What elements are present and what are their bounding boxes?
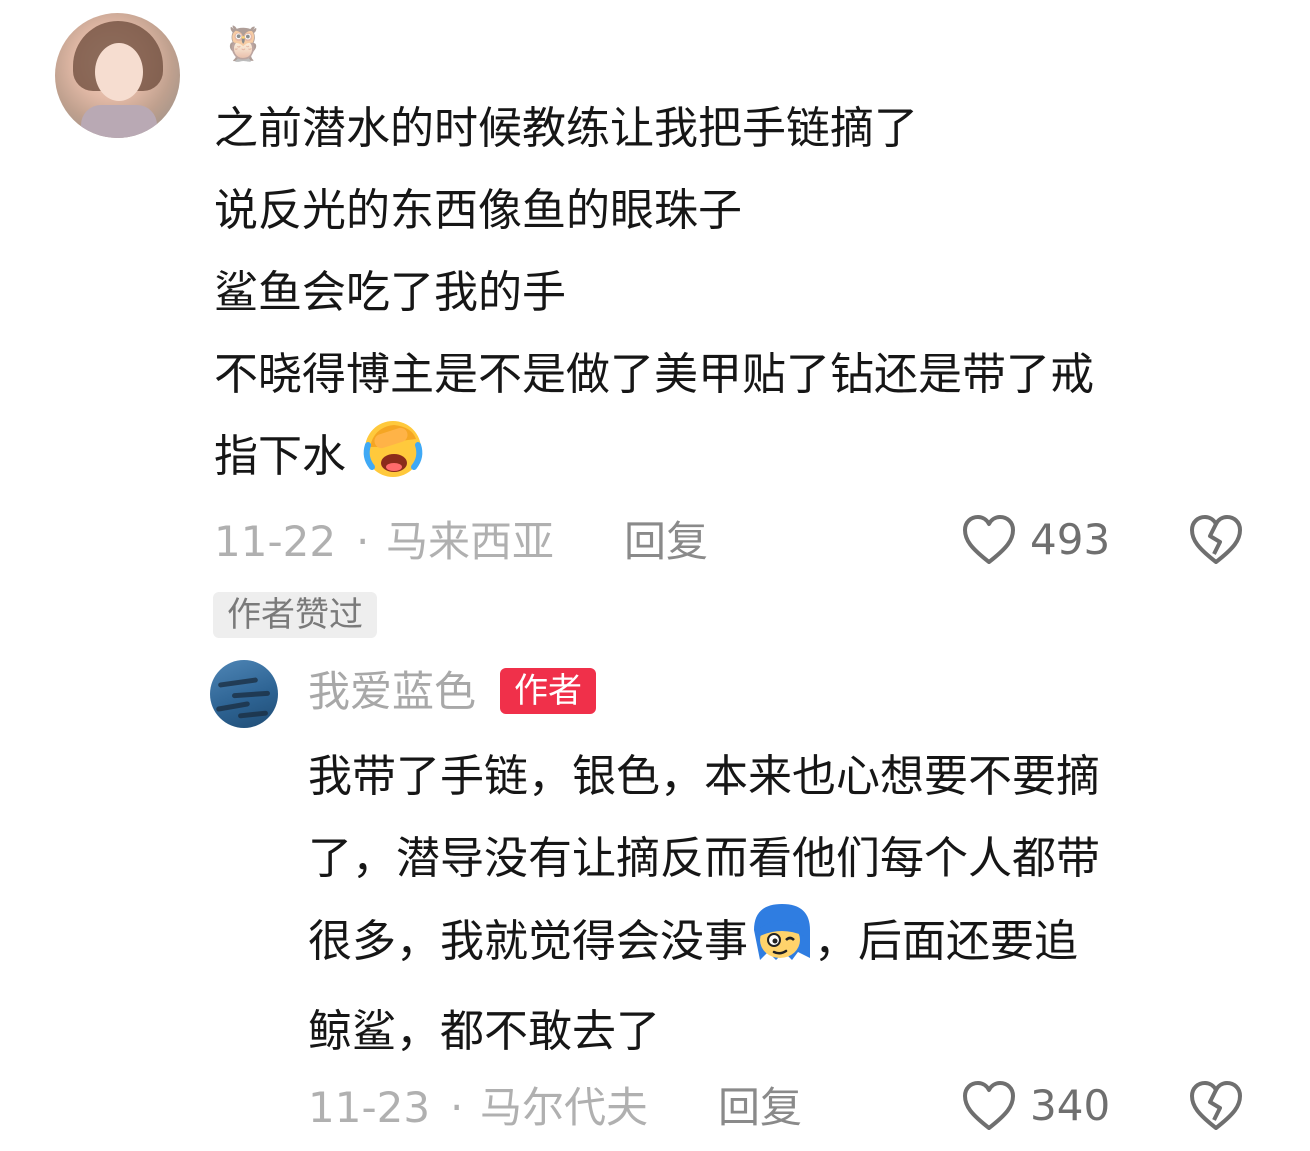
author-liked-badge: 作者赞过 [213,592,377,638]
heart-icon[interactable] [961,1080,1017,1132]
comment-location: 马来西亚 [386,517,555,566]
reply-username[interactable]: 我爱蓝色 [308,664,476,720]
reply-body: 我带了手链，银色，本来也心想要不要摘 了，潜导没有让摘反而看他们每个人都带 很多… [308,736,1268,1073]
reply-line: 我带了手链，银色，本来也心想要不要摘 [308,751,1100,802]
comment-date: 11-22 [214,517,337,566]
comment-line: 说反光的东西像鱼的眼珠子 [214,185,742,236]
meta-separator: · [450,1083,464,1132]
reply-button[interactable]: 回复 [718,1078,802,1138]
comment-line: 之前潜水的时候教练让我把手链摘了 [214,103,918,154]
reply-line: ，后面还要追 [814,916,1078,967]
reply-line-mixed: 很多，我就觉得会没事 ，后面还要追 [308,900,1268,991]
owl-badge-icon: 🦉 [222,24,265,64]
reply-location: 马尔代夫 [480,1083,649,1132]
reply-date: 11-23 [308,1083,431,1132]
comment-line: 不晓得博主是不是做了美甲贴了钻还是带了戒 [214,349,1094,400]
reply-line: 了，潜导没有让摘反而看他们每个人都带 [308,833,1100,884]
like-count: 493 [1030,515,1111,564]
reply-line: 鲸鲨，都不敢去了 [308,1006,660,1057]
heart-icon[interactable] [961,514,1017,566]
avatar[interactable] [55,13,180,138]
reply-button[interactable]: 回复 [624,512,708,572]
author-tag: 作者 [500,668,596,714]
broken-heart-icon[interactable] [1188,514,1244,566]
blue-hair-wink-emoji-icon [748,900,814,991]
comment-line-last: 指下水 [214,416,1284,506]
reply-line: 很多，我就觉得会没事 [308,916,748,967]
facepalm-crying-emoji-icon [360,417,426,506]
meta-separator: · [356,517,370,566]
reply-avatar[interactable] [210,660,278,728]
comment-line: 指下水 [214,431,346,482]
like-count: 340 [1030,1081,1111,1130]
broken-heart-icon[interactable] [1188,1080,1244,1132]
comment-body: 之前潜水的时候教练让我把手链摘了 说反光的东西像鱼的眼珠子 鲨鱼会吃了我的手 不… [214,88,1284,506]
comment-line: 鲨鱼会吃了我的手 [214,267,566,318]
